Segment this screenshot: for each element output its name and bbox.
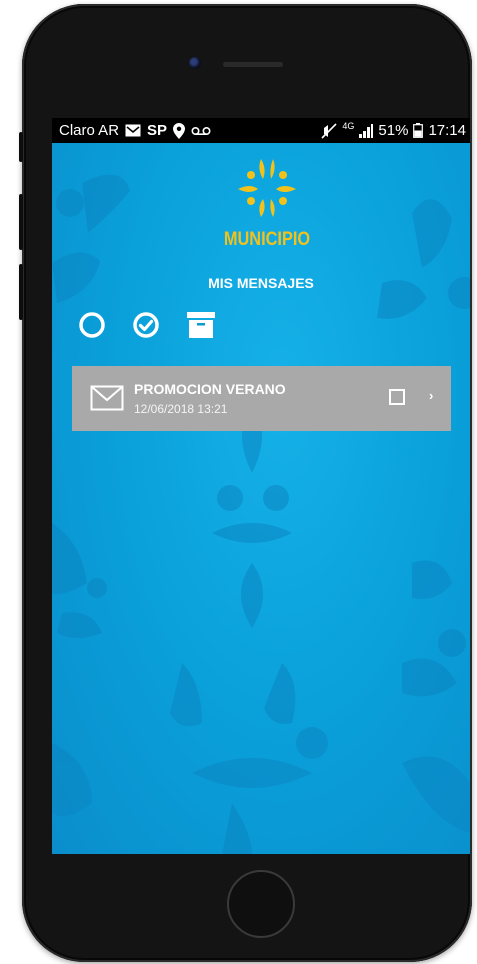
volume-down-button	[19, 264, 23, 320]
earpiece-speaker	[223, 62, 283, 67]
check-circle-icon[interactable]	[132, 311, 160, 339]
logo-star-mark	[238, 159, 296, 217]
message-date: 12/06/2018 13:21	[134, 402, 228, 416]
message-select-checkbox[interactable]	[389, 389, 405, 405]
status-bar: Claro AR SP 4G 51% 17:14	[52, 118, 470, 143]
battery-percent: 51%	[378, 122, 409, 139]
mail-notification-icon	[125, 124, 141, 137]
chevron-right-icon[interactable]: ›	[429, 388, 433, 403]
logo-text: MUNICIPIO	[223, 229, 311, 250]
screen: Claro AR SP 4G 51% 17:14 MUNICIPIO MIS M…	[52, 118, 470, 854]
page-title: MIS MENSAJES	[208, 275, 314, 291]
envelope-icon	[90, 385, 124, 411]
front-camera	[189, 57, 201, 69]
location-icon	[173, 122, 186, 139]
volume-up-button	[19, 194, 23, 250]
clock: 17:14	[428, 122, 466, 139]
carrier-label: Claro AR	[59, 122, 120, 139]
circle-outline-icon[interactable]	[78, 311, 106, 339]
silent-switch	[19, 132, 23, 162]
archive-box-icon[interactable]	[186, 311, 216, 339]
sp-notification-label: SP	[147, 122, 168, 139]
message-list-item[interactable]: PROMOCION VERANO 12/06/2018 13:21 ›	[72, 366, 451, 431]
home-button[interactable]	[227, 870, 295, 938]
mute-icon	[321, 122, 337, 139]
battery-icon	[413, 123, 424, 138]
municipio-logo: MUNICIPIO	[212, 151, 322, 261]
app-content: MUNICIPIO MIS MENSAJES PROMOCION VERANO	[52, 143, 470, 854]
message-title: PROMOCION VERANO	[134, 381, 286, 397]
voicemail-icon	[191, 126, 211, 135]
network-type-label: 4G	[342, 120, 355, 131]
signal-strength-icon	[359, 123, 374, 138]
